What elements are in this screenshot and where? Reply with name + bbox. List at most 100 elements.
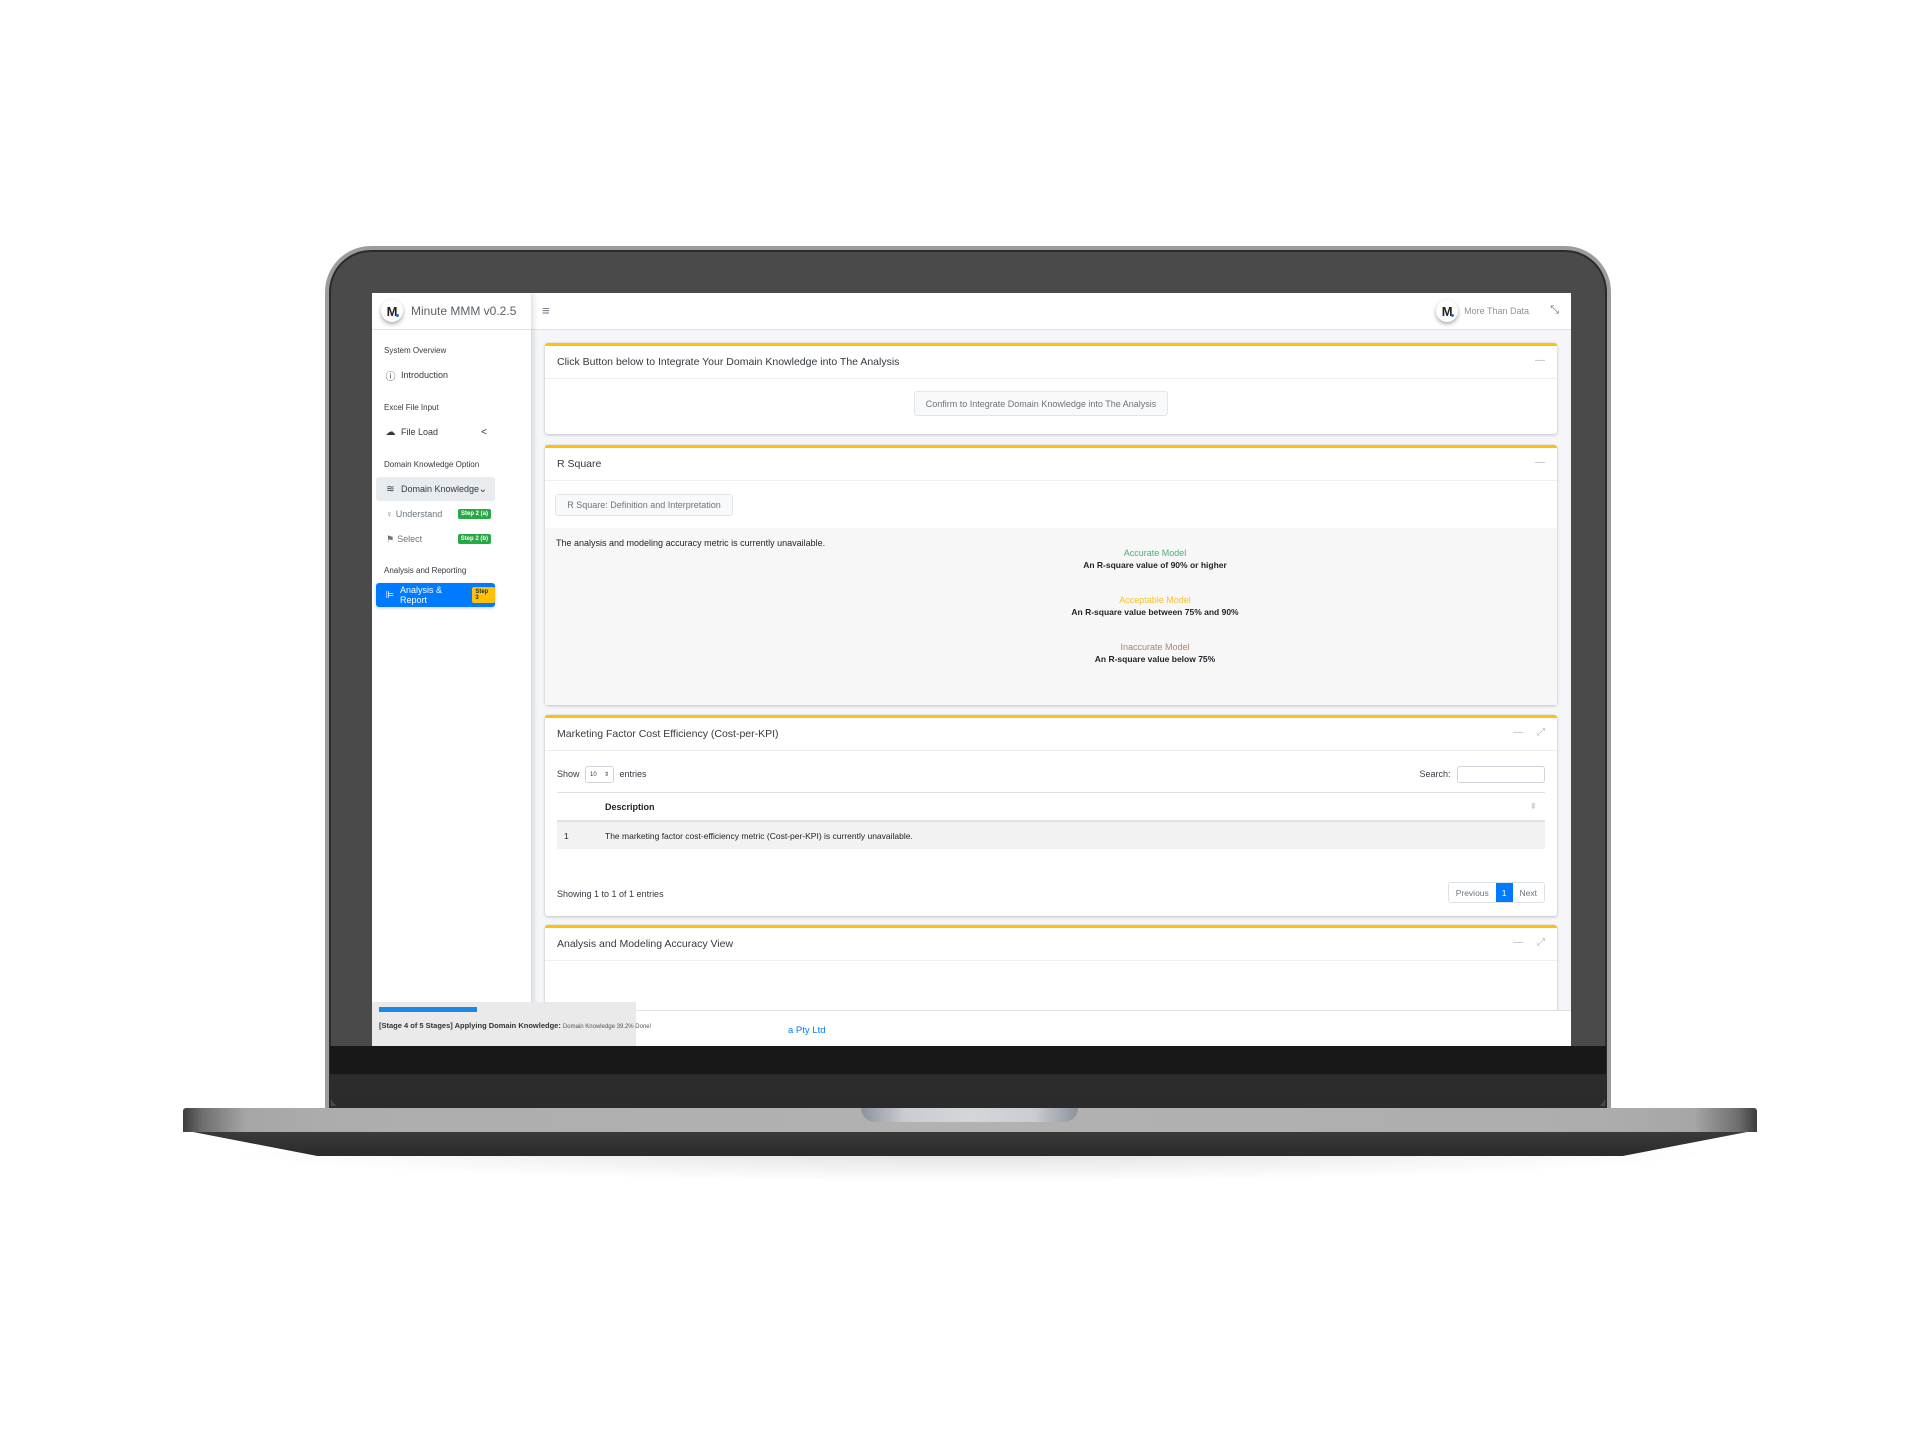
laptop-base-underside xyxy=(193,1132,1747,1156)
step-badge: Step 2 (a) xyxy=(457,509,491,519)
sidebar-item-label: Analysis & Report xyxy=(400,585,443,605)
laptop-screen: M Minute MMM v0.2.5 System Overview ⓘ In… xyxy=(372,293,1571,1046)
nav-header-system-overview: System Overview xyxy=(384,346,447,355)
fullscreen-compress-icon[interactable]: ⤡ xyxy=(1550,304,1559,317)
card-header: R Square — xyxy=(545,448,1557,481)
chevron-left-icon: < xyxy=(481,426,487,438)
legend-inaccurate: Inaccurate Model An R-square value below… xyxy=(1045,642,1265,664)
card-header: Click Button below to Integrate Your Dom… xyxy=(545,346,1557,379)
laptop-shadow xyxy=(220,1152,1720,1182)
chart-icon: ⊫ xyxy=(385,589,395,601)
logo-letter: M xyxy=(1441,303,1453,319)
user-name: More Than Data xyxy=(1464,306,1529,316)
step-badge: Step 3 xyxy=(472,587,495,603)
search-label: Search: xyxy=(1419,768,1451,779)
maximize-icon[interactable]: ⤢ xyxy=(1537,727,1545,738)
progress-stage: [Stage 4 of 5 Stages] Applying Domain Kn… xyxy=(379,1021,561,1030)
column-header-description[interactable]: Description xyxy=(605,802,655,812)
sidebar-item-domain-knowledge[interactable]: ≋ Domain Knowledge ⌄ xyxy=(376,477,495,501)
cell-index: 1 xyxy=(564,830,569,841)
hamburger-menu-icon[interactable]: ≡ xyxy=(542,303,550,318)
laptop-bezel-chin xyxy=(330,1046,1606,1108)
integrate-domain-knowledge-card: Click Button below to Integrate Your Dom… xyxy=(545,343,1557,434)
show-label: Show xyxy=(557,768,580,779)
sidebar-item-label: Select xyxy=(397,534,423,544)
progress-bar xyxy=(379,1007,629,1012)
collapse-icon[interactable]: — xyxy=(1535,457,1545,468)
legend-acceptable: Acceptable Model An R-square value betwe… xyxy=(1045,595,1265,617)
app-title: Minute MMM v0.2.5 xyxy=(411,304,517,318)
top-navbar: ≡ M More Than Data ⤡ xyxy=(531,293,1571,330)
card-title: Marketing Factor Cost Efficiency (Cost-p… xyxy=(557,728,779,740)
table-row: 1 The marketing factor cost-efficiency m… xyxy=(557,822,1545,849)
legend-accurate: Accurate Model An R-square value of 90% … xyxy=(1045,548,1265,570)
cost-efficiency-card: Marketing Factor Cost Efficiency (Cost-p… xyxy=(545,715,1557,916)
collapse-icon[interactable]: — xyxy=(1535,355,1545,366)
sort-icon[interactable]: ⬍ xyxy=(1529,801,1537,812)
sidebar-item-understand[interactable]: ♀ Understand Step 2 (a) xyxy=(386,504,491,524)
confirm-integrate-button[interactable]: Confirm to Integrate Domain Knowledge in… xyxy=(914,391,1168,416)
brand-link[interactable]: M Minute MMM v0.2.5 xyxy=(372,293,531,330)
maximize-icon[interactable]: ⤢ xyxy=(1537,937,1545,948)
table-info: Showing 1 to 1 of 1 entries xyxy=(557,889,664,899)
chevron-down-icon: ⌄ xyxy=(478,483,487,495)
r-square-card: R Square — R Square: Definition and Inte… xyxy=(545,445,1557,705)
sidebar-item-label: File Load xyxy=(401,427,439,437)
user-menu[interactable]: M More Than Data xyxy=(1436,300,1529,322)
pagination-next[interactable]: Next xyxy=(1513,883,1544,902)
collapse-icon[interactable]: — xyxy=(1513,937,1523,948)
progress-message: [Stage 4 of 5 Stages] Applying Domain Kn… xyxy=(379,1021,651,1030)
collapse-icon[interactable]: — xyxy=(1513,727,1523,738)
sidebar-item-select[interactable]: ⚑ Select Step 2 (b) xyxy=(386,529,491,549)
lightbulb-icon: ♀ xyxy=(386,509,393,519)
search-input[interactable] xyxy=(1457,766,1545,783)
cost-efficiency-table: Description ⬍ 1 The marketing factor cos… xyxy=(557,792,1545,849)
nav-header-excel-file-input: Excel File Input xyxy=(384,403,439,412)
legend-desc: An R-square value below 75% xyxy=(1094,654,1216,664)
info-circle-icon: ⓘ xyxy=(385,371,396,383)
progress-detail: Domain Knowledge 39.2% Done! xyxy=(562,1024,652,1030)
nav-header-analysis-reporting: Analysis and Reporting xyxy=(384,566,467,575)
legend-title: Accurate Model xyxy=(1123,548,1187,558)
table-header: Description ⬍ xyxy=(557,792,1545,822)
r-square-message: The analysis and modeling accuracy metri… xyxy=(556,538,826,548)
entries-label: entries xyxy=(619,768,647,779)
pagination-page-1[interactable]: 1 xyxy=(1495,883,1513,902)
search-control: Search: xyxy=(1419,766,1545,783)
legend-title: Inaccurate Model xyxy=(1120,642,1190,652)
legend-desc: An R-square value of 90% or higher xyxy=(1083,560,1227,570)
sidebar-item-label: Understand xyxy=(395,509,443,519)
card-title: Click Button below to Integrate Your Dom… xyxy=(557,356,900,368)
flag-icon: ⚑ xyxy=(386,533,395,544)
r-square-body: The analysis and modeling accuracy metri… xyxy=(545,528,1557,705)
progress-notification: [Stage 4 of 5 Stages] Applying Domain Kn… xyxy=(372,1002,651,1046)
logo-letter: M xyxy=(386,303,398,319)
sidebar-item-label: Introduction xyxy=(401,370,449,380)
step-badge: Step 2 (b) xyxy=(457,534,491,544)
sidebar-item-file-load[interactable]: ☁ File Load < xyxy=(376,420,495,444)
select-arrows-icon: ⇕ xyxy=(604,772,610,778)
progress-bar-fill xyxy=(379,1007,477,1012)
r-square-definition-button[interactable]: R Square: Definition and Interpretation xyxy=(555,494,733,516)
length-control: Show 10 ⇕ entries xyxy=(557,766,647,783)
page-length-select[interactable]: 10 ⇕ xyxy=(585,766,615,783)
cloud-upload-icon: ☁ xyxy=(385,426,396,438)
layers-icon: ≋ xyxy=(386,483,395,495)
pagination-previous[interactable]: Previous xyxy=(1449,883,1496,902)
user-avatar: M xyxy=(1436,300,1459,322)
laptop-open-notch xyxy=(861,1108,1078,1122)
sidebar: M Minute MMM v0.2.5 System Overview ⓘ In… xyxy=(372,293,531,1046)
sidebar-item-label: Domain Knowledge xyxy=(401,484,480,494)
footer-company-link[interactable]: a Pty Ltd xyxy=(788,1025,826,1036)
sidebar-item-introduction[interactable]: ⓘ Introduction xyxy=(376,363,495,387)
legend-desc: An R-square value between 75% and 90% xyxy=(1071,607,1239,617)
pagination: Previous 1 Next xyxy=(1447,882,1545,903)
card-header: Analysis and Modeling Accuracy View — ⤢ xyxy=(545,928,1557,961)
page-length-value: 10 xyxy=(590,771,597,778)
cell-description: The marketing factor cost-efficiency met… xyxy=(605,830,913,841)
card-title: Analysis and Modeling Accuracy View xyxy=(557,938,734,950)
card-header: Marketing Factor Cost Efficiency (Cost-p… xyxy=(545,718,1557,751)
footer: a Pty Ltd xyxy=(531,1010,1571,1046)
nav-header-domain-knowledge-option: Domain Knowledge Option xyxy=(384,460,480,469)
sidebar-item-analysis-report[interactable]: ⊫ Analysis & Report Step 3 xyxy=(376,583,495,607)
